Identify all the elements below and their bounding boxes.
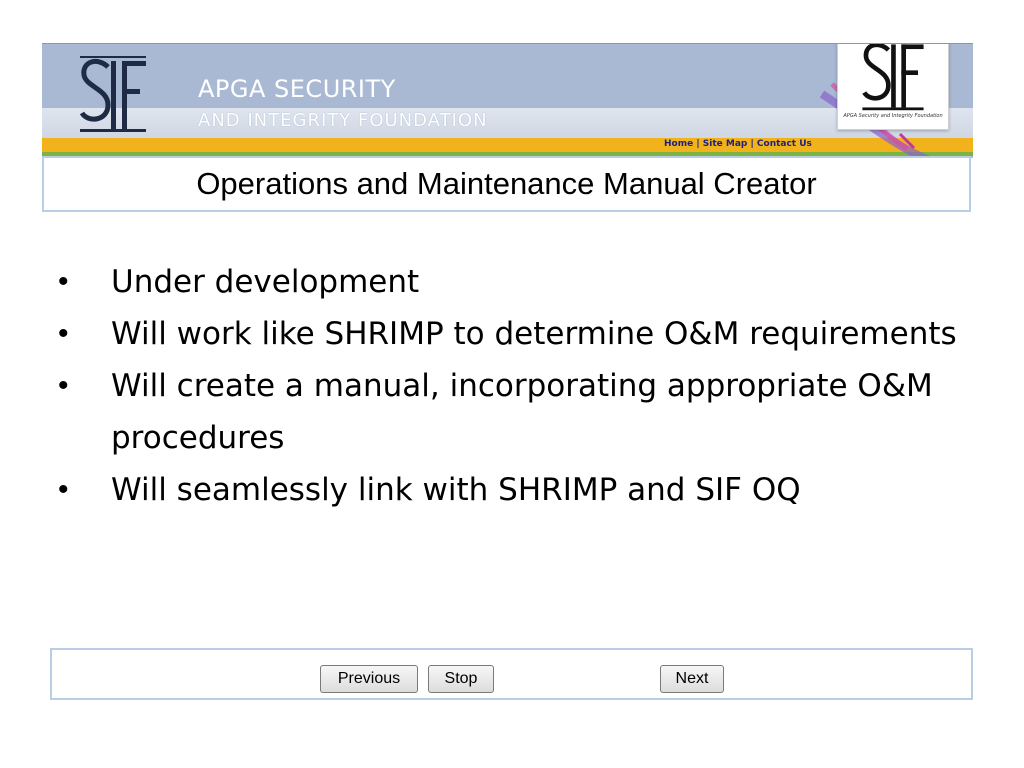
next-button[interactable]: Next [660,665,724,693]
bullet-icon: • [58,317,69,350]
bullet-text: Under development [111,264,420,300]
page-title: Operations and Maintenance Manual Creato… [196,166,817,201]
nav-link-home[interactable]: Home [664,139,693,149]
sif-badge-icon [862,44,924,111]
page-title-box: Operations and Maintenance Manual Creato… [42,156,971,212]
nav-separator: | [693,139,703,149]
bullet-list: • Under development • Will work like SHR… [58,256,958,516]
list-item: • Under development [58,256,958,308]
list-item: • Will seamlessly link with SHRIMP and S… [58,464,958,516]
banner-org-subtitle: AND INTEGRITY FOUNDATION [198,110,488,131]
banner-org-name: APGA SECURITY [198,75,396,103]
nav-separator: | [747,139,757,149]
bullet-text: Will create a manual, incorporating appr… [111,368,933,456]
navigation-bar: Previous Stop Next [50,648,973,700]
nav-link-site-map[interactable]: Site Map [703,139,748,149]
bullet-icon: • [58,473,69,506]
list-item: • Will work like SHRIMP to determine O&M… [58,308,958,360]
nav-link-contact-us[interactable]: Contact Us [757,139,812,149]
sif-logo-icon [79,56,146,132]
previous-button[interactable]: Previous [320,665,418,693]
stop-button[interactable]: Stop [428,665,494,693]
banner-nav-links: Home | Site Map | Contact Us [664,139,812,149]
bullet-icon: • [58,369,69,402]
bullet-icon: • [58,265,69,298]
list-item: • Will create a manual, incorporating ap… [58,360,958,464]
sif-badge-logo: APGA Security and Integrity Foundation [837,44,949,130]
badge-caption: APGA Security and Integrity Foundation [843,113,943,119]
bullet-text: Will seamlessly link with SHRIMP and SIF… [111,472,801,508]
bullet-text: Will work like SHRIMP to determine O&M r… [111,316,957,352]
site-banner: APGA SECURITY AND INTEGRITY FOUNDATION H… [42,43,973,158]
